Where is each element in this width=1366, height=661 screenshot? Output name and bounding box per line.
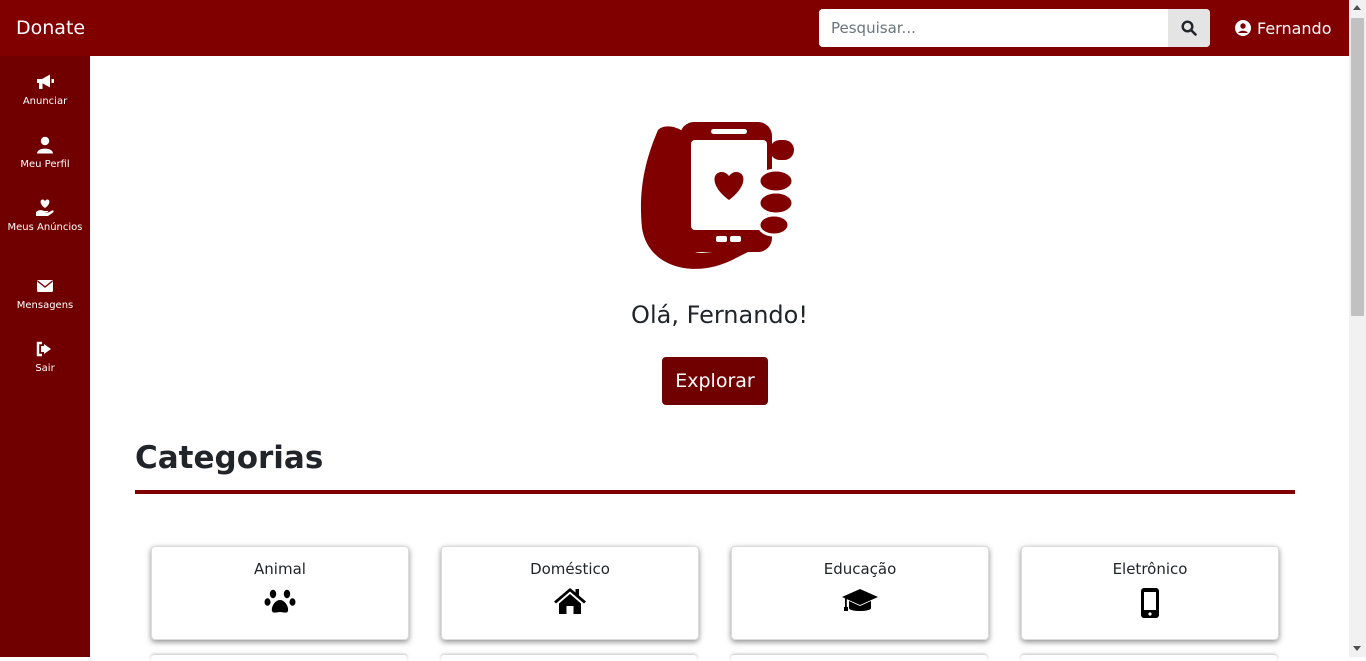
sidebar-item-label: Meus Anúncios bbox=[7, 222, 83, 233]
greeting-text: Olá, Fernando! bbox=[631, 301, 808, 329]
category-card-educacao[interactable]: Educação bbox=[731, 546, 989, 640]
category-label: Educação bbox=[823, 560, 897, 578]
category-card-animal[interactable]: Animal bbox=[151, 546, 409, 640]
sidebar-item-label: Sair bbox=[35, 363, 55, 374]
sidebar-item-label: Mensagens bbox=[16, 300, 74, 311]
top-navbar: Donate Fernando bbox=[0, 0, 1349, 56]
sidebar: Anunciar Meu Perfil Meus Anúncios Mensag… bbox=[0, 56, 90, 657]
category-label: Eletrônico bbox=[1112, 560, 1188, 578]
user-icon bbox=[37, 136, 53, 154]
user-name: Fernando bbox=[1257, 18, 1332, 38]
megaphone-icon bbox=[37, 74, 54, 89]
brand-logo[interactable]: Donate bbox=[16, 15, 85, 41]
sidebar-item-anunciar[interactable]: Anunciar bbox=[0, 72, 90, 109]
hand-holding-phone-heart-illustration bbox=[640, 122, 795, 269]
graduation-cap-icon bbox=[842, 589, 878, 611]
sidebar-item-mensagens[interactable]: Mensagens bbox=[0, 276, 90, 313]
category-card-partial[interactable] bbox=[1021, 655, 1277, 661]
home-icon bbox=[554, 588, 586, 614]
user-menu[interactable]: Fernando bbox=[1235, 17, 1332, 39]
page-scrollbar[interactable] bbox=[1349, 0, 1366, 657]
scroll-down-arrow-icon[interactable] bbox=[1353, 646, 1361, 651]
category-card-partial[interactable] bbox=[151, 655, 407, 661]
search-input[interactable] bbox=[819, 9, 1168, 47]
category-label: Doméstico bbox=[530, 560, 610, 578]
category-card-partial[interactable] bbox=[731, 655, 987, 661]
explore-button[interactable]: Explorar bbox=[662, 357, 768, 405]
scrollbar-thumb[interactable] bbox=[1351, 18, 1364, 316]
search-icon bbox=[1181, 20, 1197, 36]
user-circle-icon bbox=[1235, 20, 1251, 36]
categories-heading: Categorias bbox=[135, 440, 324, 476]
category-card-partial[interactable] bbox=[441, 655, 697, 661]
search-form bbox=[819, 9, 1210, 47]
sidebar-item-sair[interactable]: Sair bbox=[0, 339, 90, 376]
sidebar-item-meu-perfil[interactable]: Meu Perfil bbox=[0, 135, 90, 172]
scroll-up-arrow-icon[interactable] bbox=[1353, 5, 1361, 10]
categories-divider bbox=[135, 490, 1295, 494]
paw-icon bbox=[264, 589, 296, 613]
category-card-domestico[interactable]: Doméstico bbox=[441, 546, 699, 640]
sidebar-item-label: Meu Perfil bbox=[20, 159, 70, 170]
category-card-eletronico[interactable]: Eletrônico bbox=[1021, 546, 1279, 640]
sidebar-item-meus-anuncios[interactable]: Meus Anúncios bbox=[0, 198, 90, 235]
hand-holding-heart-icon bbox=[36, 199, 54, 216]
mobile-phone-icon bbox=[1141, 588, 1159, 618]
envelope-icon bbox=[37, 280, 53, 292]
search-button[interactable] bbox=[1168, 9, 1210, 47]
sidebar-item-label: Anunciar bbox=[22, 96, 68, 107]
sign-out-icon bbox=[36, 341, 51, 357]
category-label: Animal bbox=[254, 560, 306, 578]
